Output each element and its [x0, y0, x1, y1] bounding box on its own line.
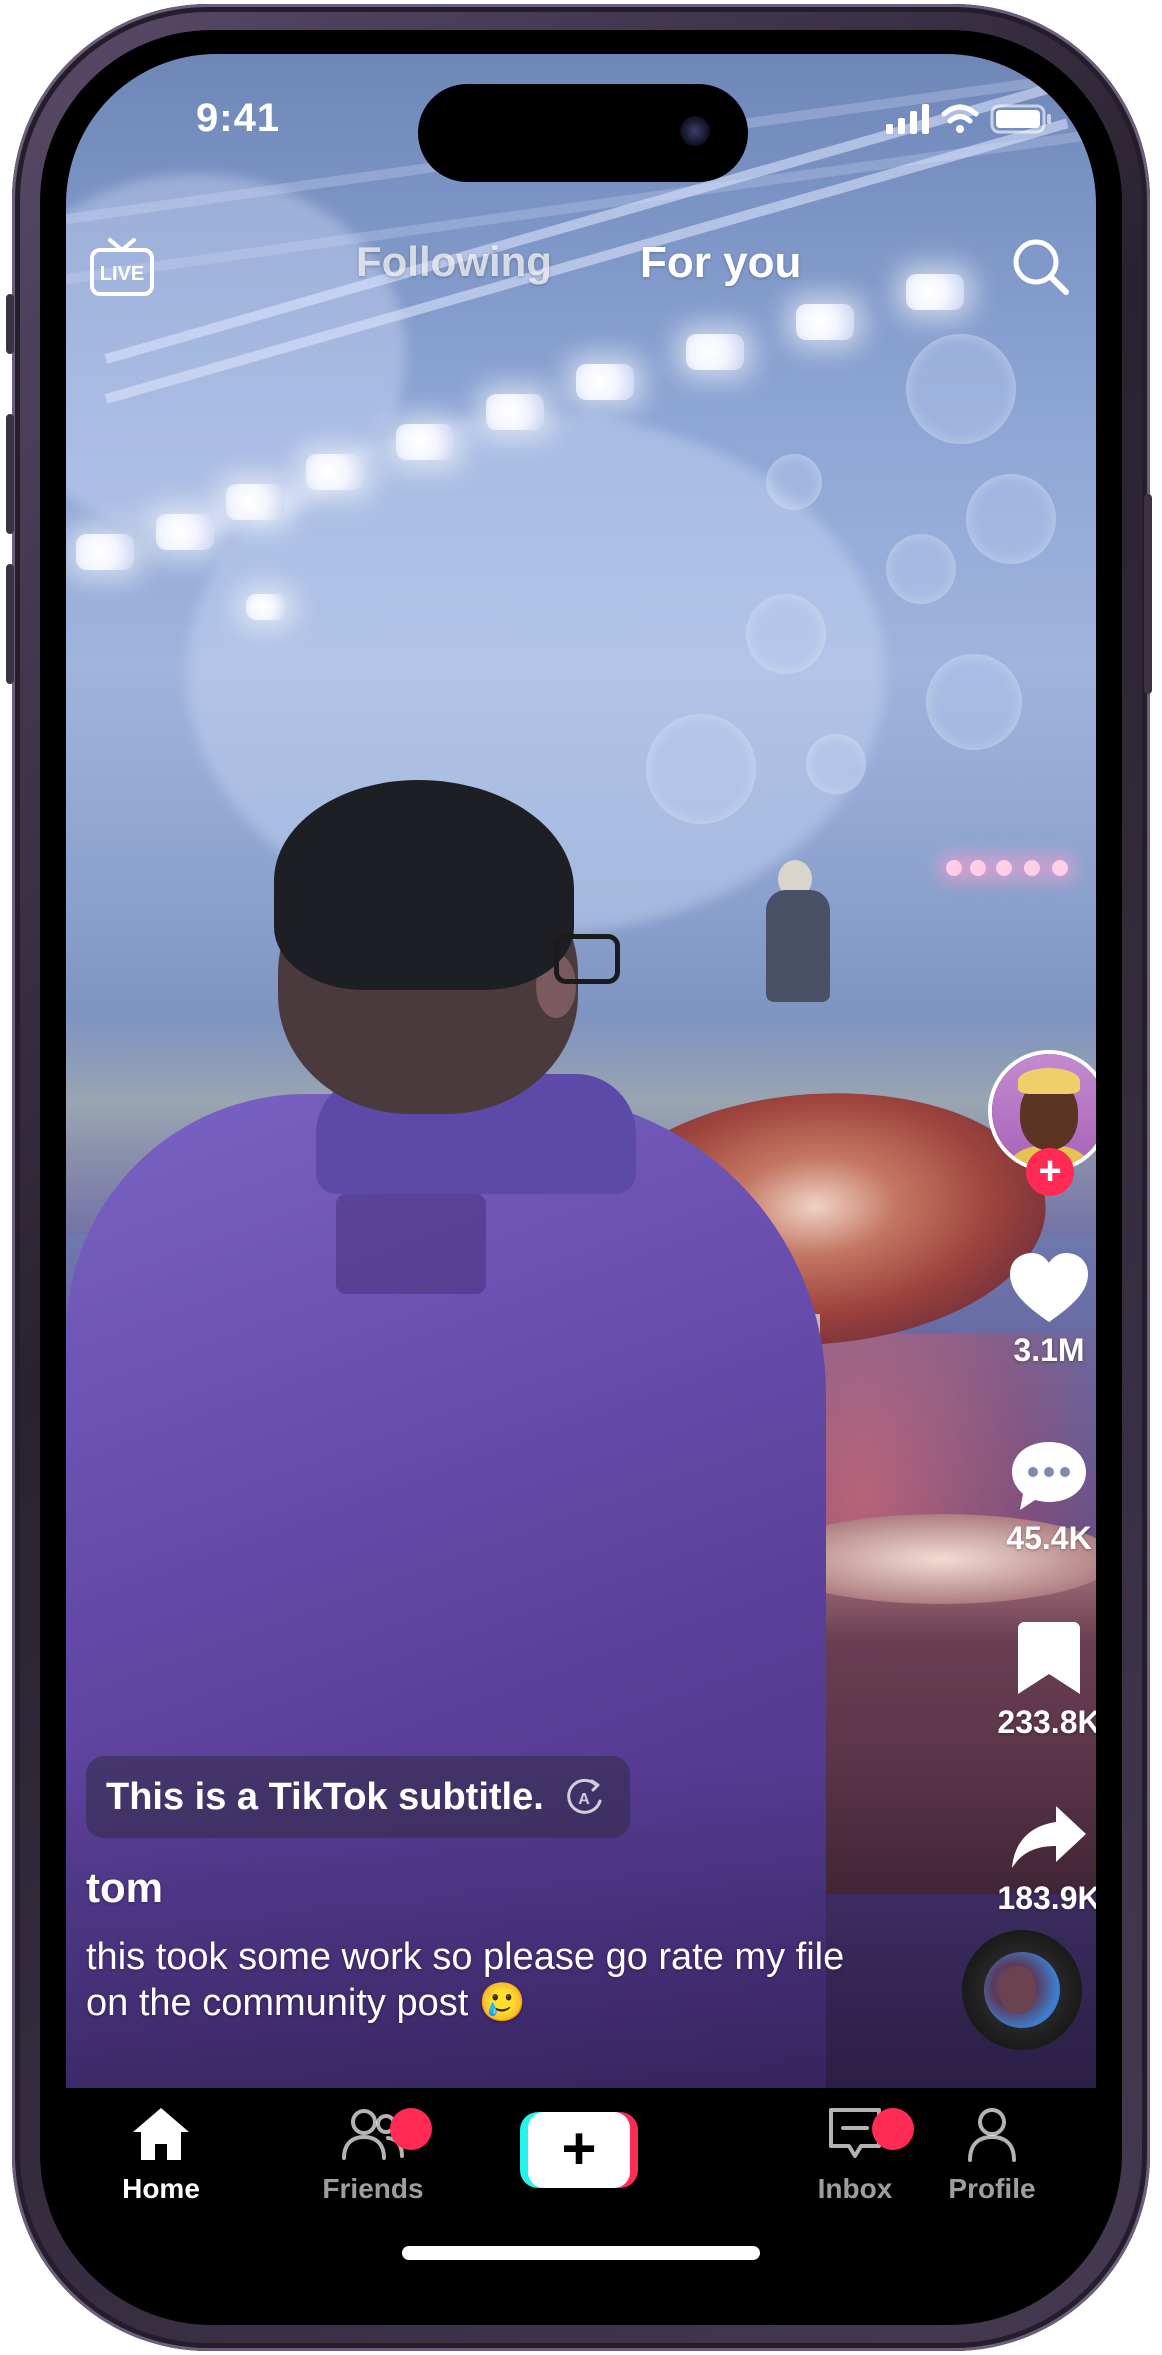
volume-up-button — [6, 414, 14, 534]
home-icon — [133, 2108, 189, 2160]
bokeh — [806, 734, 866, 794]
comment-button[interactable]: 45.4K — [966, 1438, 1096, 1557]
subtitle-pill[interactable]: This is a TikTok subtitle. A — [86, 1756, 630, 1838]
stage-light — [396, 424, 454, 460]
stage-light — [246, 594, 286, 620]
create-button[interactable]: + — [520, 2112, 638, 2188]
bottom-tab-bar: Home Friends + Inbox Profile — [66, 2088, 1096, 2301]
battery-icon — [990, 104, 1051, 134]
bokeh — [746, 594, 826, 674]
bokeh — [766, 454, 822, 510]
jacket-pocket — [336, 1194, 486, 1294]
tab-following[interactable]: Following — [356, 238, 552, 286]
front-camera — [680, 116, 710, 146]
stage-light — [796, 304, 854, 340]
music-cover — [984, 1952, 1060, 2028]
stage-light — [156, 514, 214, 550]
share-count: 183.9K — [997, 1880, 1096, 1916]
tab-home[interactable]: Home — [86, 2104, 236, 2205]
translate-icon[interactable]: A — [562, 1775, 606, 1819]
tab-for-you[interactable]: For you — [640, 238, 801, 288]
action-button — [6, 294, 14, 354]
comment-icon — [1012, 1442, 1086, 1510]
status-icons — [886, 104, 1051, 134]
glasses — [554, 934, 620, 984]
friends-badge — [390, 2108, 432, 2150]
like-button[interactable]: 3.1M — [966, 1250, 1096, 1369]
performer-body — [766, 890, 830, 1002]
status-time: 9:41 — [196, 96, 281, 140]
bokeh — [646, 714, 756, 824]
bokeh — [926, 654, 1022, 750]
create-icon: + — [528, 2112, 630, 2188]
stage-light — [686, 334, 744, 370]
stage-light — [576, 364, 634, 400]
heart-icon — [1010, 1253, 1088, 1322]
comment-count: 45.4K — [1006, 1520, 1092, 1556]
home-indicator[interactable] — [402, 2246, 760, 2260]
tab-inbox[interactable]: Inbox — [780, 2104, 930, 2205]
bookmark-icon — [1018, 1622, 1080, 1694]
search-button[interactable] — [1006, 232, 1076, 302]
top-nav: LIVE Following For you — [66, 204, 1096, 304]
stage-light — [306, 454, 364, 490]
power-button — [1144, 494, 1152, 694]
inbox-badge — [872, 2108, 914, 2150]
video-caption: this took some work so please go rate my… — [86, 1936, 845, 2024]
tab-home-label: Home — [122, 2173, 200, 2204]
screen[interactable]: 9:41 LIVE Following For you + 3.1M 45.4K… — [66, 54, 1096, 2301]
search-icon — [1013, 239, 1069, 295]
live-button[interactable]: LIVE — [88, 234, 156, 298]
subtitle-text: This is a TikTok subtitle. — [106, 1775, 544, 1818]
tab-inbox-label: Inbox — [817, 2173, 893, 2204]
share-icon — [1012, 1806, 1086, 1868]
music-disc[interactable] — [962, 1930, 1082, 2050]
save-button[interactable]: 233.8K — [966, 1618, 1096, 1741]
volume-down-button — [6, 564, 14, 684]
follow-button[interactable]: + — [1026, 1148, 1074, 1196]
beanie — [274, 780, 574, 990]
save-count: 233.8K — [997, 1704, 1096, 1740]
stage-light — [486, 394, 544, 430]
share-button[interactable]: 183.9K — [966, 1802, 1096, 1917]
stage-light — [76, 534, 134, 570]
wifi-icon — [941, 104, 979, 133]
svg-text:A: A — [578, 1791, 590, 1808]
bokeh — [886, 534, 956, 604]
tab-friends[interactable]: Friends — [298, 2104, 448, 2205]
stage-light — [226, 484, 284, 520]
cellular-signal-icon — [886, 104, 929, 134]
svg-text:LIVE: LIVE — [100, 263, 144, 285]
live-icon: LIVE — [90, 238, 154, 296]
tab-friends-label: Friends — [322, 2173, 424, 2204]
profile-icon — [968, 2108, 1016, 2162]
tab-profile[interactable]: Profile — [917, 2104, 1067, 2205]
tab-profile-label: Profile — [948, 2173, 1036, 2204]
bokeh — [906, 334, 1016, 444]
bokeh — [966, 474, 1056, 564]
like-count: 3.1M — [1013, 1332, 1085, 1368]
creator-username[interactable]: tom — [86, 1864, 163, 1912]
